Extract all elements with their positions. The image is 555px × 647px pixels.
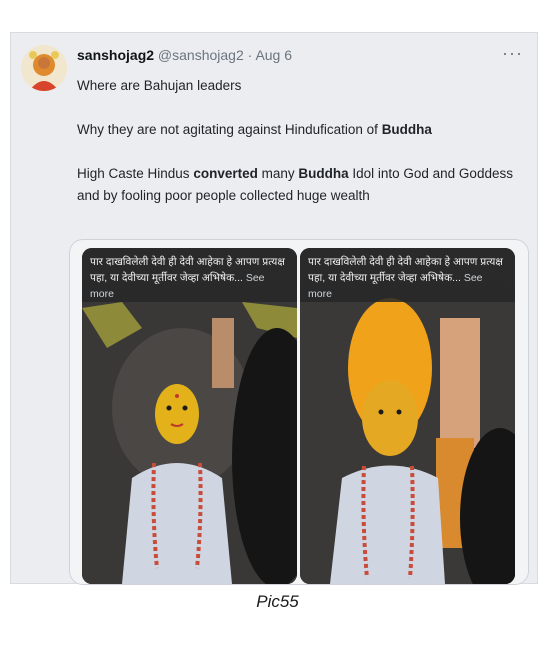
media-container[interactable]: पार दाखविलेली देवी ही देवी आहेका हे आपण … [69, 239, 529, 585]
tweet-date[interactable]: Aug 6 [255, 47, 292, 63]
bold-text: Buddha [381, 122, 432, 137]
video-thumbnail-right[interactable]: पार दाखविलेली देवी ही देवी आहेका हे आपण … [300, 248, 515, 584]
text-segment: Idol into God and Goddess [348, 166, 513, 181]
tweet-header: sanshojag2 @sanshojag2 · Aug 6 [77, 47, 292, 63]
text-line: and by fooling poor people collected hug… [77, 185, 527, 207]
video-thumbnail-left[interactable]: पार दाखविलेली देवी ही देवी आहेका हे आपण … [82, 248, 297, 584]
video-caption-overlay: पार दाखविलेली देवी ही देवी आहेका हे आपण … [300, 248, 515, 302]
tweet-text: Where are Bahujan leaders Why they are n… [77, 75, 527, 207]
text-line: High Caste Hindus converted many Buddha … [77, 163, 527, 185]
dot-separator: · [247, 47, 253, 63]
overlay-text: पार दाखविलेली देवी ही देवी आहेका हे आपण … [90, 256, 285, 268]
avatar[interactable] [21, 45, 67, 91]
text-segment: High Caste Hindus [77, 166, 194, 181]
display-name[interactable]: sanshojag2 [77, 47, 154, 63]
bold-text: converted [193, 166, 258, 181]
overlay-text: पार दाखविलेली देवी ही देवी आहेका हे आपण … [308, 256, 503, 268]
text-segment: and by fooling poor people collected hug… [77, 188, 370, 203]
text-line: Why they are not agitating against Hindu… [77, 119, 527, 141]
bold-text: Buddha [298, 166, 349, 181]
text-segment: Where are Bahujan leaders [77, 78, 242, 93]
handle[interactable]: @sanshojag2 [158, 47, 244, 63]
more-horizontal-icon[interactable]: ··· [502, 43, 523, 64]
video-caption-overlay: पार दाखविलेली देवी ही देवी आहेका हे आपण … [82, 248, 297, 302]
text-line: Where are Bahujan leaders [77, 75, 527, 97]
overlay-text: पहा, या देवीच्या मूर्तीवर जेव्हा अभिषेक.… [90, 272, 243, 284]
figure-caption: Pic55 [256, 592, 299, 611]
text-segment: Why they are not agitating against Hindu… [77, 122, 382, 137]
text-segment: many [257, 166, 299, 181]
overlay-text: पहा, या देवीच्या मूर्तीवर जेव्हा अभिषेक.… [308, 272, 461, 284]
tweet-card[interactable]: sanshojag2 @sanshojag2 · Aug 6 ··· Where… [10, 32, 538, 585]
